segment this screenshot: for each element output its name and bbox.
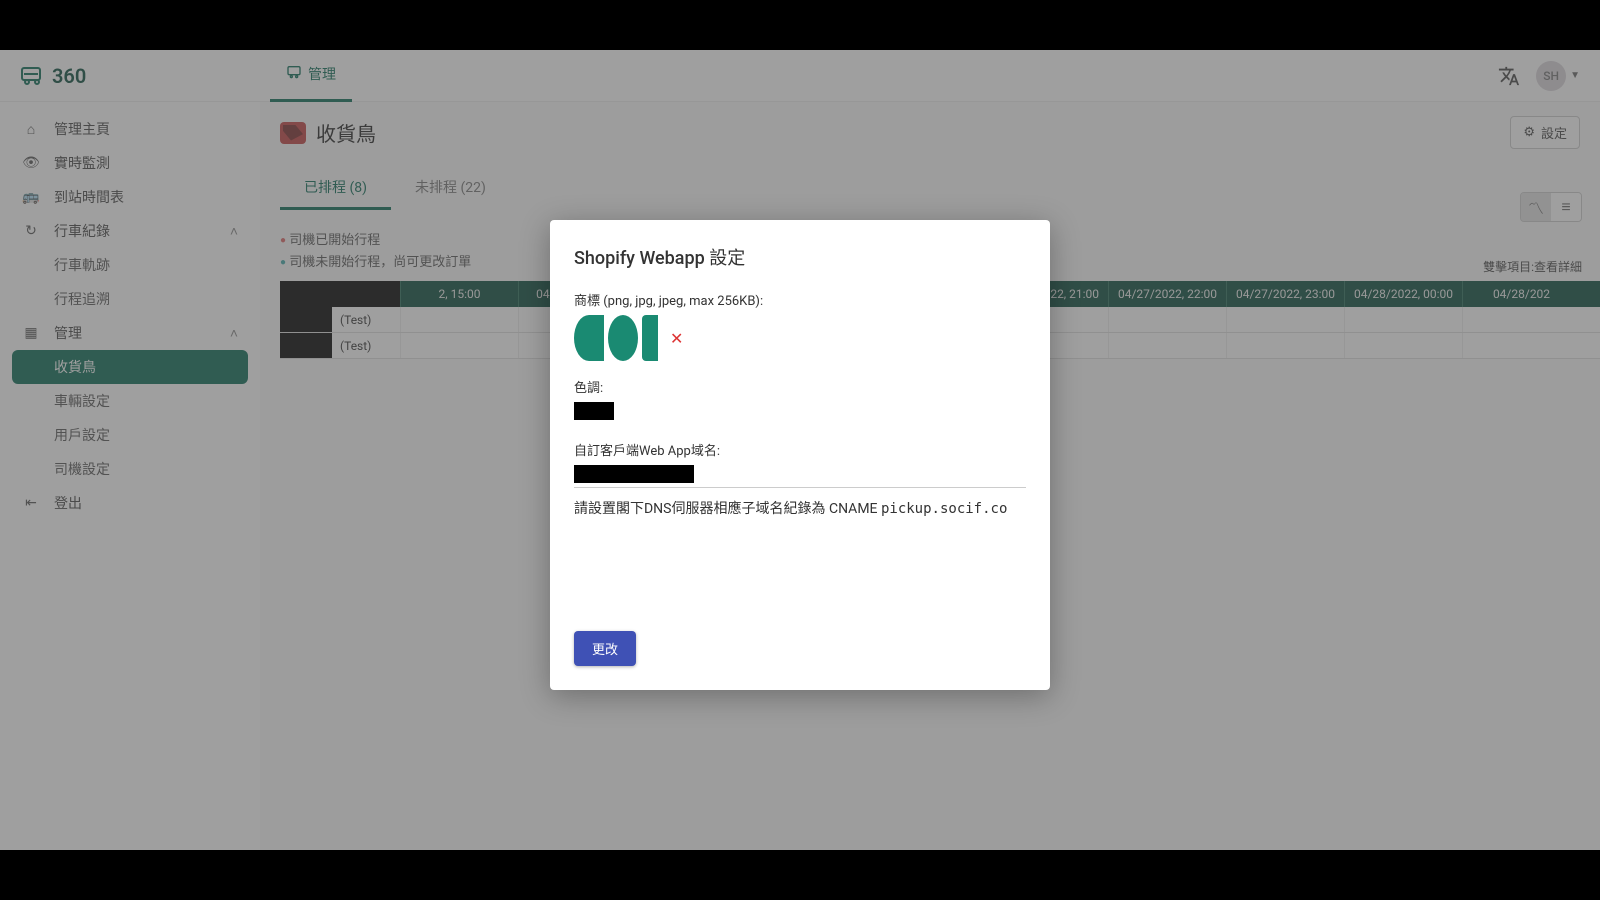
dns-note: 請設置閣下DNS伺服器相應子域名紀錄為 CNAME pickup.socif.c… xyxy=(574,498,1026,520)
app-viewport: 360 管理 SH ▼ ⌂管理主頁 👁實時監測 🚌到站時間 xyxy=(0,50,1600,850)
redacted-domain xyxy=(574,465,694,483)
uploaded-logo xyxy=(574,315,658,361)
domain-input[interactable] xyxy=(574,465,1026,488)
logo-preview: ✕ xyxy=(574,315,1026,361)
settings-modal: Shopify Webapp 設定 商標 (png, jpg, jpeg, ma… xyxy=(550,220,1050,690)
modal-title: Shopify Webapp 設定 xyxy=(574,244,1026,270)
logo-field-label: 商標 (png, jpg, jpeg, max 256KB): xyxy=(574,290,1026,309)
domain-field-label: 自訂客戶端Web App域名: xyxy=(574,440,1026,459)
color-swatch[interactable] xyxy=(574,402,614,420)
remove-logo-button[interactable]: ✕ xyxy=(670,329,683,348)
modal-overlay[interactable]: Shopify Webapp 設定 商標 (png, jpg, jpeg, ma… xyxy=(0,50,1600,850)
tone-field-label: 色調: xyxy=(574,377,1026,396)
save-button[interactable]: 更改 xyxy=(574,631,636,666)
